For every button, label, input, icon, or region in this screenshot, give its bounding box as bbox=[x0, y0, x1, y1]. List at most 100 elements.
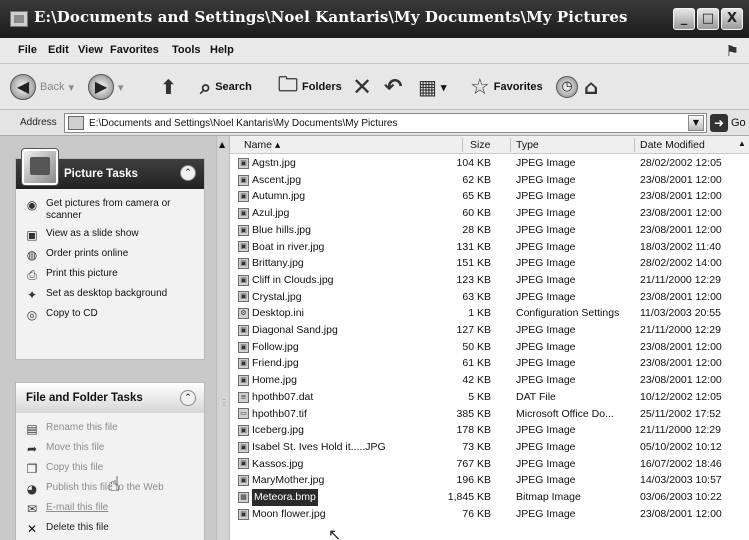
jpeg-file-icon: ▣ bbox=[238, 241, 249, 253]
pane-splitter[interactable]: ▲ ⋮ bbox=[216, 136, 230, 540]
file-type: Bitmap Image bbox=[516, 491, 581, 503]
file-row[interactable]: ▣ MaryMother.jpg 196 KB JPEG Image 14/03/200… bbox=[230, 472, 749, 489]
file-row[interactable]: ⚙ Desktop.ini 1 KB Configuration Settings 11… bbox=[230, 305, 749, 322]
file-row[interactable]: ▣ Brittany.jpg 151 KB JPEG Image 28/02/2002 … bbox=[230, 255, 749, 272]
file-type: JPEG Image bbox=[516, 357, 576, 370]
file-row[interactable]: ▣ Home.jpg 42 KB JPEG Image 23/08/2001 12:00 bbox=[230, 372, 749, 389]
go-button[interactable]: ➜ Go bbox=[710, 114, 746, 132]
picture-tasks-header[interactable]: Picture Tasks ⌃ bbox=[16, 149, 204, 189]
file-row[interactable]: ▣ Autumn.jpg 65 KB JPEG Image 23/08/2001 12:… bbox=[230, 188, 749, 205]
file-date-modified: 23/08/2001 12:00 bbox=[640, 357, 722, 370]
file-row[interactable]: ▣ Diagonal Sand.jpg 127 KB JPEG Image 21/11/… bbox=[230, 322, 749, 339]
menu-tools[interactable]: Tools bbox=[172, 44, 201, 56]
column-divider[interactable] bbox=[634, 138, 635, 152]
undo-button[interactable]: ↶ bbox=[384, 73, 402, 101]
file-row[interactable]: ▣ Boat in river.jpg 131 KB JPEG Image 18/03/… bbox=[230, 239, 749, 256]
scroll-up-icon[interactable]: ▲ bbox=[219, 140, 225, 149]
file-row[interactable]: ▣ Crystal.jpg 63 KB JPEG Image 23/08/2001 12… bbox=[230, 289, 749, 306]
favorites-button[interactable]: ☆ Favorites bbox=[470, 73, 543, 101]
menu-help[interactable]: Help bbox=[210, 44, 234, 56]
file-type: JPEG Image bbox=[516, 474, 576, 487]
column-name[interactable]: Name ▴ bbox=[244, 139, 280, 151]
menu-file[interactable]: File bbox=[18, 44, 37, 56]
file-size: 1,845 KB bbox=[447, 491, 491, 503]
file-row[interactable]: ▣ Follow.jpg 50 KB JPEG Image 23/08/2001 12:… bbox=[230, 339, 749, 356]
column-size[interactable]: Size bbox=[470, 139, 490, 151]
column-date-modified[interactable]: Date Modified bbox=[640, 139, 705, 151]
task-label: Rename this file bbox=[46, 422, 118, 433]
address-dropdown-button[interactable]: ▼ bbox=[688, 115, 704, 131]
file-row[interactable]: ▣ Moon flower.jpg 76 KB JPEG Image 23/08/200… bbox=[230, 506, 749, 523]
collapse-chevron-icon[interactable]: ⌃ bbox=[180, 390, 196, 406]
column-divider[interactable] bbox=[462, 138, 463, 152]
task-set-desktop[interactable]: ✦ Set as desktop background bbox=[16, 285, 204, 305]
maximize-button[interactable]: □ bbox=[697, 8, 719, 30]
file-row[interactable]: ▣ Agstn.jpg 104 KB JPEG Image 28/02/2002 12:… bbox=[230, 155, 749, 172]
forward-button[interactable]: ▶ ▾ bbox=[88, 73, 124, 101]
file-row[interactable]: ▭ hpothb07.tif 385 KB Microsoft Office Do..… bbox=[230, 406, 749, 423]
menu-favorites[interactable]: Favorites bbox=[110, 44, 159, 56]
file-row[interactable]: ≡ hpothb07.dat 5 KB DAT File 10/12/2002 12:0… bbox=[230, 389, 749, 406]
back-arrow-icon: ◀ bbox=[10, 74, 36, 100]
address-input[interactable]: E:\Documents and Settings\Noel Kantaris\… bbox=[64, 113, 707, 133]
task-email[interactable]: ✉ E-mail this file bbox=[16, 499, 204, 519]
minimize-button[interactable]: _ bbox=[673, 8, 695, 30]
file-name-cell: ▣ Friend.jpg bbox=[238, 355, 299, 372]
history-button[interactable]: ◷ bbox=[556, 73, 578, 101]
file-row[interactable]: ▣ Isabel St. Ives Hold it.....JPG 73 KB JPE… bbox=[230, 439, 749, 456]
task-slide-show[interactable]: ▣ View as a slide show bbox=[16, 225, 204, 245]
file-row[interactable]: ▣ Blue hills.jpg 28 KB JPEG Image 23/08/2001… bbox=[230, 222, 749, 239]
jpeg-file-icon: ▣ bbox=[238, 291, 249, 303]
file-name-cell: ▣ Boat in river.jpg bbox=[238, 239, 324, 256]
column-type[interactable]: Type bbox=[516, 139, 539, 151]
file-date-modified: 23/08/2001 12:00 bbox=[640, 507, 722, 520]
task-delete[interactable]: ✕ Delete this file bbox=[16, 519, 204, 539]
file-row[interactable]: ▣ Friend.jpg 61 KB JPEG Image 23/08/2001 12:… bbox=[230, 355, 749, 372]
file-date-modified: 16/07/2002 18:46 bbox=[640, 457, 722, 470]
file-name: Blue hills.jpg bbox=[252, 223, 311, 236]
file-size: 28 KB bbox=[462, 223, 491, 236]
file-date-modified: 25/11/2002 17:52 bbox=[640, 407, 721, 420]
task-move[interactable]: ➦ Move this file bbox=[16, 439, 204, 459]
camera-icon: ◉ bbox=[26, 198, 38, 212]
column-headers: Name ▴ Size Type Date Modified ▲ bbox=[230, 136, 749, 154]
file-name: Desktop.ini bbox=[252, 307, 304, 320]
views-button[interactable]: ▦ ▾ bbox=[418, 73, 446, 101]
file-date-modified: 23/08/2001 12:00 bbox=[640, 223, 722, 236]
search-button[interactable]: ⌕ Search bbox=[200, 73, 252, 101]
file-row[interactable]: ▣ Kassos.jpg 767 KB JPEG Image 16/07/2002 18… bbox=[230, 456, 749, 473]
file-date-modified: 18/03/2002 11:40 bbox=[640, 240, 721, 253]
file-size: 127 KB bbox=[456, 324, 491, 336]
file-row[interactable]: ▣ Cliff in Clouds.jpg 123 KB JPEG Image 21/1… bbox=[230, 272, 749, 289]
delete-toolbar-button[interactable]: ✕ bbox=[352, 73, 372, 101]
home-button[interactable]: ⌂ bbox=[584, 73, 598, 101]
menu-edit[interactable]: Edit bbox=[48, 44, 69, 56]
collapse-chevron-icon[interactable]: ⌃ bbox=[180, 165, 196, 181]
up-folder-button[interactable]: ⬆ bbox=[160, 73, 177, 101]
column-divider[interactable] bbox=[510, 138, 511, 152]
task-get-pictures[interactable]: ◉ Get pictures from camera or scanner bbox=[16, 195, 204, 225]
scroll-up-icon[interactable]: ▲ bbox=[738, 139, 746, 148]
file-row[interactable]: ▣ Azul.jpg 60 KB JPEG Image 23/08/2001 12:00 bbox=[230, 205, 749, 222]
menu-view[interactable]: View bbox=[78, 44, 103, 56]
file-size: 65 KB bbox=[462, 190, 491, 203]
file-folder-tasks-header[interactable]: File and Folder Tasks ⌃ bbox=[16, 383, 204, 413]
file-date-modified: 05/10/2002 10:12 bbox=[640, 440, 722, 453]
file-row[interactable]: ▣ Iceberg.jpg 178 KB JPEG Image 21/11/2000 1… bbox=[230, 422, 749, 439]
file-date-modified: 23/08/2001 12:00 bbox=[640, 340, 722, 353]
jpeg-file-icon: ▣ bbox=[238, 475, 249, 487]
file-name-cell: ▣ Blue hills.jpg bbox=[238, 222, 311, 239]
close-button[interactable]: X bbox=[721, 8, 743, 30]
folders-button[interactable]: 🗀 Folders bbox=[278, 72, 342, 101]
file-type: JPEG Image bbox=[516, 257, 576, 270]
file-size: 767 KB bbox=[456, 457, 491, 470]
task-print-picture[interactable]: ⎙ Print this picture bbox=[16, 265, 204, 285]
task-rename[interactable]: ▤ Rename this file bbox=[16, 419, 204, 439]
file-row[interactable]: ▦ Meteora.bmp 1,845 KB Bitmap Image 03/06/20… bbox=[230, 489, 749, 506]
file-folder-tasks-title: File and Folder Tasks bbox=[26, 392, 143, 404]
file-row[interactable]: ▣ Ascent.jpg 62 KB JPEG Image 23/08/2001 12:… bbox=[230, 172, 749, 189]
file-name: Friend.jpg bbox=[252, 357, 299, 370]
back-button[interactable]: ◀ Back ▾ bbox=[10, 73, 74, 101]
task-order-prints[interactable]: ◍ Order prints online bbox=[16, 245, 204, 265]
task-copy-cd[interactable]: ◎ Copy to CD bbox=[16, 305, 204, 325]
